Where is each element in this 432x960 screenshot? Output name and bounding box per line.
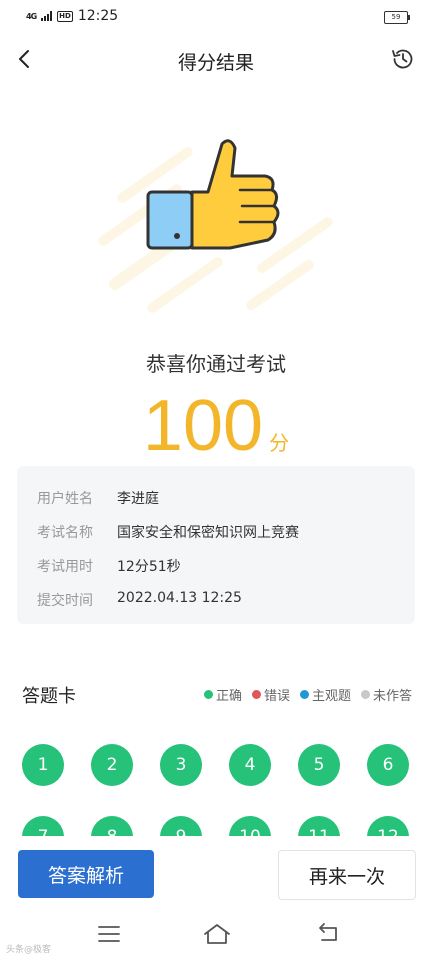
page-title: 得分结果	[177, 52, 254, 74]
answer-item[interactable]: 7	[22, 816, 64, 836]
hd-badge: HD	[57, 10, 73, 22]
menu-icon[interactable]	[96, 924, 122, 944]
status-time: 12:25	[77, 8, 119, 24]
legend-dot-icon	[299, 690, 309, 699]
answer-item[interactable]: 9	[160, 816, 202, 836]
answer-card-title: 答题卡	[22, 686, 76, 707]
info-row-submit-time: 提交时间 2022.04.13 12:25	[37, 590, 242, 610]
info-value: 12分51秒	[117, 559, 181, 575]
legend-dot-icon	[360, 690, 370, 699]
info-label: 用户姓名	[37, 491, 93, 507]
info-label: 考试用时	[37, 559, 93, 575]
header: 得分结果	[0, 36, 432, 84]
legend-wrong: 错误	[251, 685, 290, 704]
info-row-duration: 考试用时 12分51秒	[37, 556, 181, 576]
legend-subjective: 主观题	[299, 685, 351, 704]
exam-info-panel: 用户姓名 李进庭 考试名称 国家安全和保密知识网上竞赛 考试用时 12分51秒 …	[17, 466, 415, 624]
answer-item[interactable]: 8	[91, 816, 133, 836]
legend-correct: 正确	[203, 685, 242, 704]
retry-button[interactable]: 再来一次	[278, 850, 416, 900]
signal-icon	[41, 11, 53, 21]
answer-item[interactable]: 12	[367, 816, 409, 836]
answer-item[interactable]: 3	[160, 744, 202, 786]
info-value: 国家安全和保密知识网上竞赛	[117, 525, 299, 541]
answer-item[interactable]: 5	[298, 744, 340, 786]
answer-item[interactable]: 1	[22, 744, 64, 786]
status-left: 4G HD 12:25	[26, 8, 118, 24]
legend-unanswered: 未作答	[360, 685, 412, 704]
info-label: 考试名称	[37, 525, 93, 541]
answer-item[interactable]: 10	[229, 816, 271, 836]
info-row-exam: 考试名称 国家安全和保密知识网上竞赛	[37, 522, 299, 542]
home-icon[interactable]	[202, 922, 232, 946]
answer-item[interactable]: 11	[298, 816, 340, 836]
answer-grid: 1 2 3 4 5 6 7 8 9 10 11 12	[0, 728, 432, 836]
thumb-hand-shape	[190, 139, 280, 250]
history-icon[interactable]	[390, 46, 416, 72]
info-value: 2022.04.13 12:25	[117, 590, 242, 606]
answer-analysis-button[interactable]: 答案解析	[18, 850, 154, 898]
cuff-shape	[146, 190, 194, 250]
answer-legend: 正确 错误 主观题 未作答	[203, 685, 412, 704]
info-value: 李进庭	[117, 491, 159, 507]
info-row-user: 用户姓名 李进庭	[37, 488, 159, 508]
congrats-message: 恭喜你通过考试	[146, 352, 286, 376]
info-label: 提交时间	[37, 593, 93, 609]
score-unit: 分	[269, 431, 290, 455]
answer-item[interactable]: 2	[91, 744, 133, 786]
legend-dot-icon	[203, 690, 213, 699]
answer-item[interactable]: 4	[229, 744, 271, 786]
network-label: 4G	[26, 11, 37, 21]
battery-icon: 59	[384, 11, 410, 24]
score-value: 100	[142, 386, 264, 466]
status-bar: 4G HD 12:25 59	[0, 0, 432, 34]
answer-item[interactable]: 6	[367, 744, 409, 786]
thumbs-up-illustration	[98, 139, 333, 313]
back-icon[interactable]	[316, 922, 342, 946]
system-nav-bar	[0, 912, 432, 960]
watermark: 头条@极客	[6, 945, 52, 955]
legend-dot-icon	[251, 690, 261, 699]
score-display: 100 分	[0, 384, 432, 468]
